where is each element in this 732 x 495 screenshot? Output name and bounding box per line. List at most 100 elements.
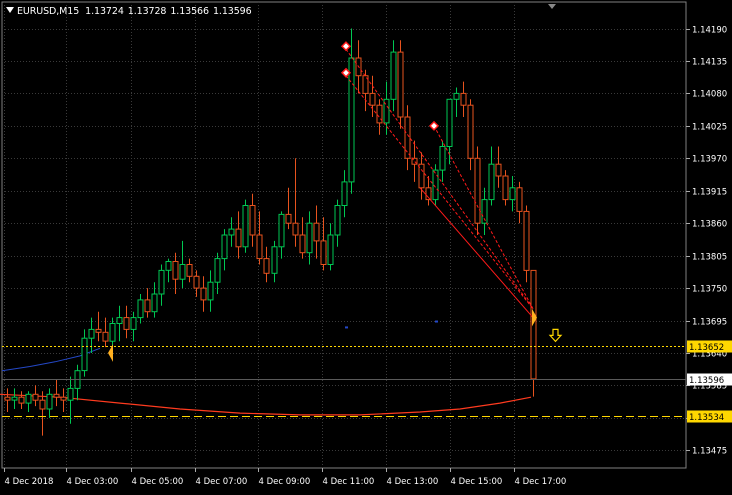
y-tick-label: 1.14190 bbox=[692, 26, 727, 36]
x-tick-label: 4 Dec 11:00 bbox=[323, 477, 375, 487]
candle-body bbox=[263, 258, 270, 274]
high-value: 1.13728 bbox=[127, 6, 167, 17]
candle-body bbox=[67, 387, 74, 401]
candle-body bbox=[116, 317, 123, 325]
y-tick-label: 1.13970 bbox=[692, 155, 727, 165]
y-tick-label: 1.14080 bbox=[692, 90, 727, 100]
candle-body bbox=[207, 281, 214, 301]
candle-body bbox=[235, 228, 242, 248]
candle-body bbox=[242, 205, 249, 248]
candle-body bbox=[299, 234, 306, 254]
candle-body bbox=[292, 222, 299, 236]
current-price-label: 1.13596 bbox=[689, 376, 724, 386]
candle-body bbox=[256, 234, 263, 260]
candle-body bbox=[53, 393, 60, 398]
y-tick-label: 1.13860 bbox=[692, 220, 727, 230]
candle-body bbox=[32, 393, 39, 401]
y-tick-label: 1.13915 bbox=[692, 188, 727, 198]
candle-body bbox=[516, 187, 523, 212]
candle-body bbox=[130, 317, 137, 330]
candle-body bbox=[390, 51, 397, 100]
y-tick-label: 1.14025 bbox=[692, 123, 727, 133]
indicator-dot bbox=[345, 326, 348, 329]
candle-body bbox=[151, 293, 158, 313]
candle-body bbox=[18, 396, 25, 404]
candle-body bbox=[179, 264, 186, 280]
candle-body bbox=[109, 323, 116, 342]
candle-body bbox=[327, 234, 334, 265]
x-tick-label: 4 Dec 13:00 bbox=[387, 477, 439, 487]
candle-body bbox=[39, 399, 46, 410]
trade-marker-icon bbox=[340, 41, 352, 52]
price-chart[interactable]: 1.14190 1.14135 1.14080 1.14025 1.13970 1.139… bbox=[0, 0, 732, 495]
candle-body bbox=[95, 328, 102, 333]
candle-body bbox=[334, 205, 341, 236]
x-tick-label: 4 Dec 07:00 bbox=[196, 477, 248, 487]
indicator-dot bbox=[435, 320, 438, 323]
candle-body bbox=[453, 92, 460, 100]
candle-body bbox=[249, 205, 256, 236]
price-level-label: 1.13534 bbox=[689, 413, 724, 423]
candle-body bbox=[221, 234, 228, 260]
x-tick-label: 4 Dec 05:00 bbox=[132, 477, 184, 487]
candle-body bbox=[278, 213, 285, 248]
candle-body bbox=[186, 264, 193, 277]
candle-body bbox=[165, 261, 172, 271]
trend-line bbox=[433, 125, 534, 309]
candle-body bbox=[495, 163, 502, 177]
candle-body bbox=[285, 213, 292, 224]
candle-body bbox=[341, 181, 348, 206]
candle-body bbox=[474, 157, 481, 224]
down-arrow-icon bbox=[548, 328, 563, 343]
candle-body bbox=[467, 104, 474, 159]
candle-body bbox=[397, 51, 404, 118]
candle-body bbox=[200, 287, 207, 301]
symbol-label: EURUSD,M15 bbox=[17, 6, 80, 17]
x-tick-label: 4 Dec 03:00 bbox=[67, 477, 119, 487]
candle-body bbox=[460, 92, 467, 106]
chart-header: EURUSD,M15 1.13724 1.13728 1.13566 1.13596 bbox=[6, 6, 252, 17]
y-tick-label: 1.13750 bbox=[692, 285, 727, 295]
price-level-label: 1.13652 bbox=[689, 343, 724, 353]
x-tick-label: 4 Dec 15:00 bbox=[451, 477, 503, 487]
candle-body bbox=[369, 92, 376, 106]
candle-body bbox=[313, 222, 320, 242]
candle-body bbox=[88, 328, 95, 339]
chart-window[interactable]: 1.14190 1.14135 1.14080 1.14025 1.13970 1.139… bbox=[0, 0, 732, 495]
candle-body bbox=[172, 261, 179, 280]
candle-body bbox=[523, 210, 530, 271]
candle-body bbox=[25, 393, 32, 404]
y-tick-label: 1.14135 bbox=[692, 58, 727, 68]
candle-body bbox=[404, 116, 411, 159]
candle-body bbox=[271, 246, 278, 274]
x-tick-label: 4 Dec 2018 bbox=[5, 477, 54, 487]
trade-marker-icon bbox=[428, 120, 440, 131]
candle-body bbox=[446, 98, 453, 148]
candle-body bbox=[306, 222, 313, 254]
x-tick-label: 4 Dec 09:00 bbox=[259, 477, 311, 487]
close-value: 1.13596 bbox=[212, 6, 252, 17]
moving-average-red bbox=[0, 393, 532, 416]
candle-body bbox=[81, 337, 88, 372]
candle-body bbox=[158, 269, 165, 295]
candle-body bbox=[488, 163, 495, 201]
candle-body bbox=[60, 396, 67, 401]
dropdown-triangle-icon[interactable] bbox=[6, 7, 14, 13]
y-tick-label: 1.13695 bbox=[692, 318, 727, 328]
candle-body bbox=[102, 331, 109, 342]
candle-body bbox=[228, 228, 235, 236]
y-tick-label: 1.13475 bbox=[692, 447, 727, 457]
candle-body bbox=[11, 396, 18, 401]
candle-body bbox=[4, 396, 11, 401]
candle-body bbox=[320, 240, 327, 265]
x-tick-label: 4 Dec 17:00 bbox=[515, 477, 567, 487]
candle-body bbox=[46, 393, 53, 410]
candle-body bbox=[137, 299, 144, 319]
candle-body bbox=[144, 299, 151, 313]
chart-shift-icon[interactable] bbox=[548, 4, 556, 9]
open-value: 1.13724 bbox=[85, 6, 124, 17]
candle-body bbox=[502, 175, 509, 201]
candle-body bbox=[439, 146, 446, 171]
candle-body bbox=[193, 275, 200, 289]
candle-body bbox=[214, 258, 221, 283]
